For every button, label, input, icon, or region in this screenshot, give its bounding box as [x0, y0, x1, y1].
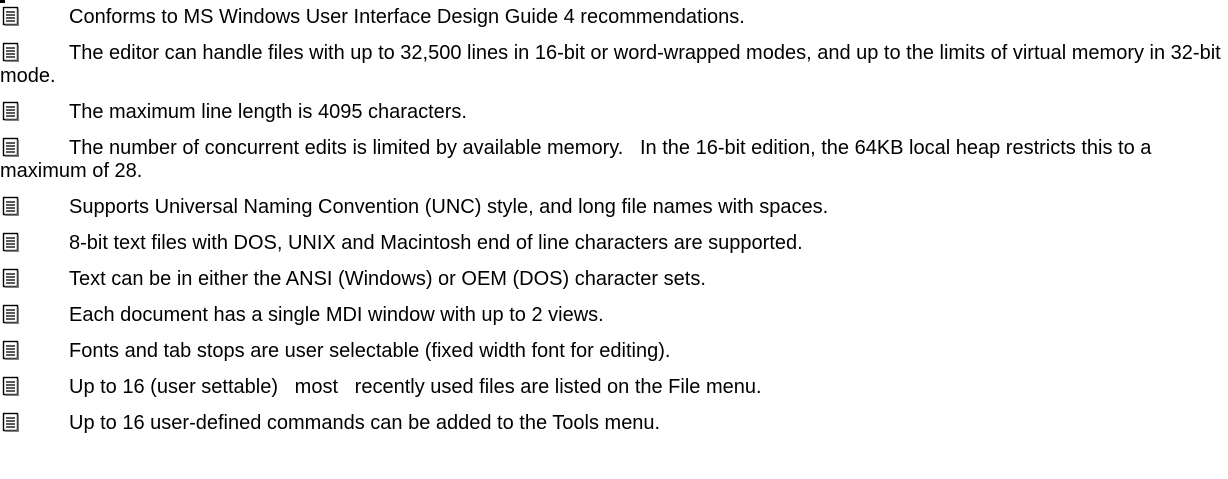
document-icon[interactable]: [2, 6, 20, 26]
heading-fragment: [0, 0, 5, 3]
feature-text: The number of concurrent edits is limite…: [0, 137, 1157, 182]
feature-item: 8-bit text files with DOS, UNIX and Maci…: [0, 232, 1228, 255]
feature-item: Supports Universal Naming Convention (UN…: [0, 196, 1228, 219]
feature-item: The maximum line length is 4095 characte…: [0, 101, 1228, 124]
feature-text: Up to 16 (user settable) most recently u…: [69, 376, 762, 398]
feature-text: The maximum line length is 4095 characte…: [69, 101, 467, 123]
document-icon[interactable]: [2, 42, 20, 62]
document-icon[interactable]: [2, 412, 20, 432]
feature-list: Conforms to MS Windows User Interface De…: [0, 6, 1228, 448]
feature-text: Up to 16 user-defined commands can be ad…: [69, 412, 661, 434]
feature-text: Fonts and tab stops are user selectable …: [69, 340, 671, 362]
document-icon[interactable]: [2, 232, 20, 252]
feature-item: Up to 16 (user settable) most recently u…: [0, 376, 1228, 399]
document-icon[interactable]: [2, 340, 20, 360]
feature-text: The editor can handle files with up to 3…: [0, 42, 1221, 87]
document-icon[interactable]: [2, 268, 20, 288]
document-icon[interactable]: [2, 101, 20, 121]
feature-item: The editor can handle files with up to 3…: [0, 42, 1228, 88]
feature-item: Conforms to MS Windows User Interface De…: [0, 6, 1228, 29]
document-icon[interactable]: [2, 196, 20, 216]
feature-item: Up to 16 user-defined commands can be ad…: [0, 412, 1228, 435]
document-icon[interactable]: [2, 376, 20, 396]
feature-text: Each document has a single MDI window wi…: [69, 304, 604, 326]
feature-text: Supports Universal Naming Convention (UN…: [69, 196, 829, 218]
feature-item: The number of concurrent edits is limite…: [0, 137, 1228, 183]
feature-item: Text can be in either the ANSI (Windows)…: [0, 268, 1228, 291]
feature-item: Fonts and tab stops are user selectable …: [0, 340, 1228, 363]
feature-text: 8-bit text files with DOS, UNIX and Maci…: [69, 232, 803, 254]
feature-text: Text can be in either the ANSI (Windows)…: [69, 268, 706, 290]
feature-text: Conforms to MS Windows User Interface De…: [69, 6, 745, 28]
document-icon[interactable]: [2, 137, 20, 157]
feature-item: Each document has a single MDI window wi…: [0, 304, 1228, 327]
document-icon[interactable]: [2, 304, 20, 324]
